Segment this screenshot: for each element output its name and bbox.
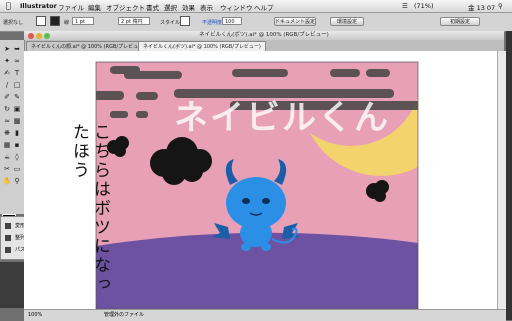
opacity-field[interactable]: 100 (222, 17, 242, 25)
menu-help[interactable]: ヘルプ (254, 2, 274, 12)
blend-tool-icon[interactable]: ◊ (12, 152, 22, 162)
gradient-tool-icon[interactable]: ▪ (12, 140, 22, 150)
battery-status[interactable]: (71%) (414, 2, 434, 10)
tools-panel: ➤ ➥ ✦ ∞ ✍ T / □ ✐ ✎ ↻ ▣ ≈ ▩ ❋ ▮ ▦ ▪ ☕ ◊ … (0, 40, 25, 231)
workspace-dropdown[interactable]: 初期設定 (440, 17, 480, 26)
direct-selection-tool-icon[interactable]: ➥ (12, 44, 22, 54)
tab-face[interactable]: ネイビルくんの顔.ai* @ 100% (RGB/プレビュー) (26, 41, 150, 51)
canvas-area[interactable]: ネイビルくん こちらはボツになったほう (24, 51, 497, 310)
close-icon[interactable] (28, 33, 34, 39)
menu-view[interactable]: 表示 (200, 2, 213, 12)
opacity-label[interactable]: 不透明度 (202, 19, 222, 26)
style-swatch[interactable] (180, 16, 190, 26)
document-setup-button[interactable]: ドキュメント設定 (274, 17, 316, 26)
selection-tool-icon[interactable]: ➤ (2, 44, 12, 54)
stroke-swatch[interactable] (50, 16, 60, 26)
menu-clock[interactable]: 金 13 07 (468, 2, 495, 12)
control-bar: 選択なし 線 1 pt 2 pt 楕円 スタイル 不透明度 100 ドキュメント… (0, 13, 512, 32)
brush-dropdown[interactable]: 2 pt 楕円 (118, 17, 150, 25)
wifi-icon[interactable]: ☰ (402, 2, 408, 10)
dock-thumbnail[interactable] (0, 262, 24, 308)
menu-type[interactable]: 書式 (146, 2, 159, 12)
fill-swatch[interactable] (36, 16, 46, 26)
panel-item-align[interactable]: 整列 (5, 233, 25, 243)
eraser-tool-icon[interactable]: ▭ (12, 164, 22, 174)
zoom-tool-icon[interactable]: ⚲ (12, 176, 22, 186)
preferences-button[interactable]: 環境設定 (330, 17, 364, 26)
selection-status: 選択なし (3, 20, 24, 26)
mesh-tool-icon[interactable]: ▦ (2, 140, 12, 150)
paintbrush-tool-icon[interactable]: ✐ (2, 92, 12, 102)
zoom-level[interactable]: 100% (28, 310, 42, 321)
vertical-caption: こちらはボツになったほう (69, 123, 110, 294)
title-text: ネイビルくん (174, 98, 390, 138)
menu-edit[interactable]: 編集 (88, 2, 101, 12)
tab-botsu[interactable]: ネイビルくん(ボツ).ai* @ 100% (RGB/プレビュー) (138, 41, 266, 51)
zoom-icon[interactable] (44, 33, 50, 39)
free-transform-tool-icon[interactable]: ▩ (12, 116, 22, 126)
status-info[interactable]: 管理外のファイル (104, 310, 144, 321)
menu-object[interactable]: オブジェクト (106, 2, 145, 12)
align-icon (5, 234, 11, 241)
menu-window[interactable]: ウィンドウ (220, 2, 253, 12)
minimize-icon[interactable] (36, 33, 42, 39)
graph-tool-icon[interactable]: ▮ (12, 128, 22, 138)
pencil-tool-icon[interactable]: ✎ (12, 92, 22, 102)
scale-tool-icon[interactable]: ▣ (12, 104, 22, 114)
search-icon[interactable]: ⚲ (498, 2, 503, 10)
lasso-tool-icon[interactable]: ∞ (12, 56, 22, 66)
slice-tool-icon[interactable]: ✂ (2, 164, 12, 174)
stroke-weight-field[interactable]: 1 pt (72, 17, 94, 25)
desktop-edge (506, 31, 512, 320)
eyedropper-tool-icon[interactable]: ☕ (2, 152, 12, 162)
rectangle-tool-icon[interactable]: □ (12, 80, 22, 90)
style-label: スタイル (160, 20, 181, 26)
menu-file[interactable]: ファイル (58, 2, 84, 12)
menu-effect[interactable]: 効果 (182, 2, 195, 12)
document-window-title: ネイビルくん(ボツ).ai* @ 100% (RGB/プレビュー) (24, 31, 504, 40)
apple-icon[interactable]:  (6, 1, 11, 10)
window-title-text: ネイビルくん(ボツ).ai* @ 100% (RGB/プレビュー) (199, 32, 329, 38)
pathfinder-icon (5, 246, 11, 253)
menu-select[interactable]: 選択 (164, 2, 177, 12)
app-menu[interactable]: Illustrator (20, 2, 57, 10)
status-bar: 100% 管理外のファイル (24, 309, 506, 321)
stroke-label: 線 (64, 20, 70, 26)
type-tool-icon[interactable]: T (12, 68, 22, 78)
hand-tool-icon[interactable]: ✋ (2, 176, 12, 186)
menu-bar:  Illustrator ファイル 編集 オブジェクト 書式 選択 効果 表示… (0, 0, 512, 13)
line-tool-icon[interactable]: / (2, 80, 12, 90)
rotate-tool-icon[interactable]: ↻ (2, 104, 12, 114)
transform-icon (5, 222, 11, 229)
magic-wand-tool-icon[interactable]: ✦ (2, 56, 12, 66)
symbol-sprayer-tool-icon[interactable]: ❋ (2, 128, 12, 138)
pen-tool-icon[interactable]: ✍ (2, 68, 12, 78)
panel-item-transform[interactable]: 変形 (5, 221, 25, 231)
warp-tool-icon[interactable]: ≈ (2, 116, 12, 126)
